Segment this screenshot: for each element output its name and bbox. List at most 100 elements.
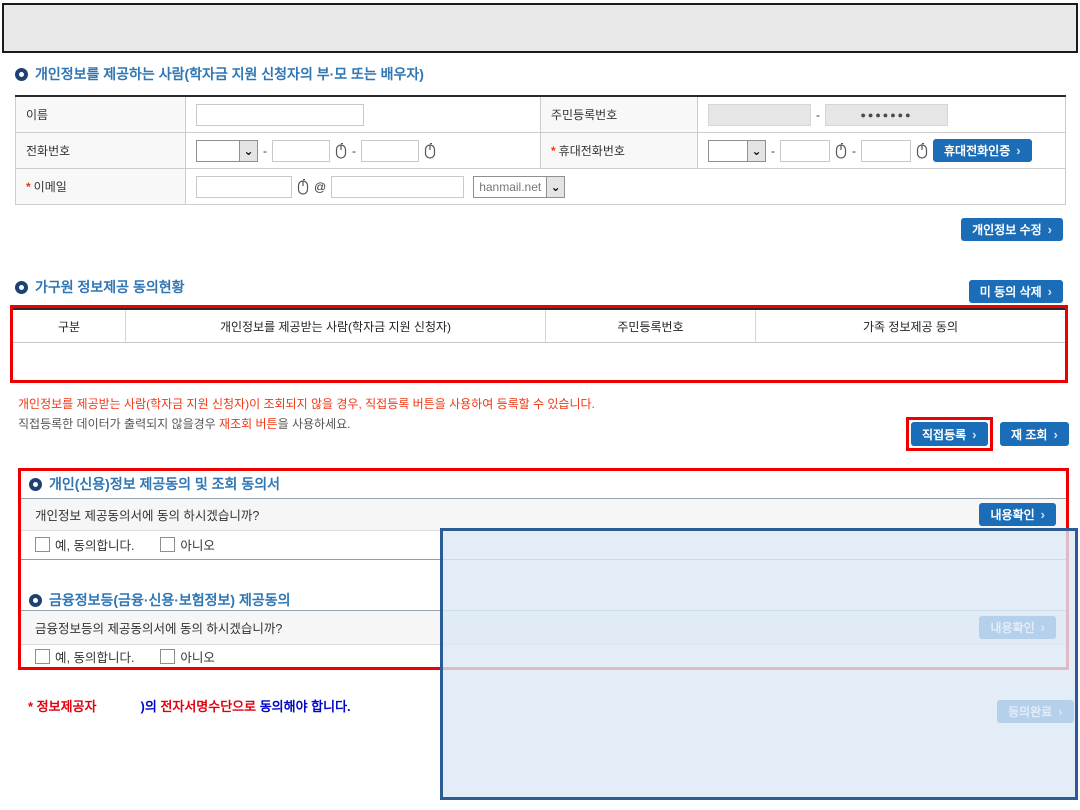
household-section-title-text: 가구원 정보제공 동의현황: [35, 277, 184, 297]
select-arrow-icon[interactable]: ⌄: [239, 141, 257, 161]
privacy-consent-title-row: 개인(신용)정보 제공동의 및 조회 동의서: [21, 471, 1066, 499]
chevron-icon: ›: [1016, 144, 1020, 157]
mobile-middle-input[interactable]: [780, 140, 830, 162]
section-bullet-icon: [29, 478, 42, 491]
page: 개인정보를 제공하는 사람(학자금 지원 신청자의 부·모 또는 배우자) 이름…: [0, 0, 1080, 810]
rrn-front-input: [708, 104, 811, 126]
privacy-consent-title: 개인(신용)정보 제공동의 및 조회 동의서: [49, 474, 280, 494]
financial-agree-label: 예, 동의합니다.: [55, 647, 134, 666]
email-domain-input[interactable]: [331, 176, 464, 198]
phone-label: 전화번호: [16, 133, 186, 169]
requery-notice: 직접등록한 데이터가 출력되지 않을경우 재조회 버튼을 사용하세요.: [18, 415, 351, 432]
email-domain-value: hanmail.net: [474, 177, 546, 197]
chevron-icon: ›: [1048, 285, 1052, 298]
mobile-last-input[interactable]: [861, 140, 911, 162]
delete-unconsented-button[interactable]: 미 동의 삭제 ›: [969, 280, 1063, 303]
mouse-input-icon[interactable]: [335, 143, 347, 159]
phone-cell: ⌄ - -: [186, 133, 541, 169]
mobile-cell: ⌄ - -: [698, 133, 1066, 169]
privacy-disagree-option[interactable]: 아니오: [160, 535, 215, 554]
privacy-view-content-button[interactable]: 내용확인 ›: [979, 503, 1056, 526]
mobile-verify-label: 휴대전화인증: [944, 142, 1010, 159]
requery-notice-suffix: 을 사용하세요.: [278, 417, 351, 431]
phone-middle-input[interactable]: [272, 140, 330, 162]
email-domain-select[interactable]: hanmail.net ⌄: [473, 176, 565, 198]
provider-section-title: 개인정보를 제공하는 사람(학자금 지원 신청자의 부·모 또는 배우자): [15, 64, 424, 84]
mobile-label-text: 휴대전화번호: [559, 144, 625, 158]
delete-unconsented-label: 미 동의 삭제: [980, 283, 1042, 300]
esign-note-blue1: )의: [140, 699, 156, 714]
esign-note-red2: 전자서명수단으로: [160, 699, 256, 714]
mouse-input-icon[interactable]: [916, 143, 928, 159]
email-label-text: 이메일: [34, 180, 67, 194]
esign-note-blue2: 동의해야 합니다.: [260, 699, 351, 714]
phone-prefix-value: [197, 141, 239, 161]
financial-disagree-label: 아니오: [180, 647, 215, 666]
privacy-consent-question-row: 개인정보 제공동의서에 동의 하시겠습니까? 내용확인 ›: [21, 499, 1066, 531]
household-table-empty-body: [13, 343, 1065, 381]
provider-form-table: 이름 주민등록번호 - 전화번호 ⌄: [15, 95, 1066, 205]
table-row: *이메일 @ hanmail.net ⌄: [16, 169, 1066, 205]
rrn-back-input: [825, 104, 948, 126]
dash-separator: -: [852, 144, 856, 158]
direct-register-highlight: 직접등록 ›: [906, 417, 993, 451]
dash-separator: -: [352, 144, 356, 158]
requery-notice-prefix: 직접등록한 데이터가 출력되지 않을경우: [18, 417, 219, 431]
direct-register-notice: 개인정보를 제공받는 사람(학자금 지원 신청자)이 조회되지 않을 경우, 직…: [18, 395, 595, 412]
phone-prefix-select[interactable]: ⌄: [196, 140, 258, 162]
section-bullet-icon: [29, 594, 42, 607]
privacy-agree-option[interactable]: 예, 동의합니다.: [35, 535, 134, 554]
table-row: 이름 주민등록번호 -: [16, 96, 1066, 133]
section-bullet-icon: [15, 281, 28, 294]
mouse-input-icon[interactable]: [835, 143, 847, 159]
mobile-label: *휴대전화번호: [541, 133, 698, 169]
phone-last-input[interactable]: [361, 140, 419, 162]
privacy-view-content-label: 내용확인: [990, 506, 1034, 523]
financial-agree-checkbox[interactable]: [35, 649, 50, 664]
edit-personal-info-button[interactable]: 개인정보 수정 ›: [961, 218, 1063, 241]
name-cell: [186, 96, 541, 133]
chevron-icon: ›: [1041, 508, 1045, 521]
col-header-type: 구분: [13, 310, 125, 342]
privacy-disagree-label: 아니오: [180, 535, 215, 554]
privacy-disagree-checkbox[interactable]: [160, 537, 175, 552]
col-header-rrn: 주민등록번호: [545, 310, 755, 342]
financial-disagree-checkbox[interactable]: [160, 649, 175, 664]
mobile-prefix-value: [709, 141, 747, 161]
at-sign: @: [314, 180, 326, 194]
email-id-input[interactable]: [196, 176, 292, 198]
chevron-icon: ›: [972, 428, 976, 441]
requery-label: 재 조회: [1011, 426, 1047, 443]
direct-register-button[interactable]: 직접등록 ›: [911, 422, 988, 446]
email-cell: @ hanmail.net ⌄: [186, 169, 1066, 205]
household-section-title: 가구원 정보제공 동의현황: [15, 277, 184, 297]
esign-requirement-note: * 정보제공자)의 전자서명수단으로 동의해야 합니다.: [28, 696, 351, 715]
chevron-icon: ›: [1053, 428, 1057, 441]
section-bullet-icon: [15, 68, 28, 81]
mouse-input-icon[interactable]: [297, 179, 309, 195]
financial-disagree-option[interactable]: 아니오: [160, 647, 215, 666]
dash-separator: -: [816, 108, 820, 122]
direct-register-label: 직접등록: [922, 426, 966, 443]
privacy-consent-question: 개인정보 제공동의서에 동의 하시겠습니까?: [35, 505, 259, 524]
col-header-recipient: 개인정보를 제공받는 사람(학자금 지원 신청자): [125, 310, 545, 342]
mouse-input-icon[interactable]: [424, 143, 436, 159]
provider-section-title-text: 개인정보를 제공하는 사람(학자금 지원 신청자의 부·모 또는 배우자): [35, 64, 424, 84]
select-arrow-icon[interactable]: ⌄: [747, 141, 765, 161]
privacy-agree-label: 예, 동의합니다.: [55, 535, 134, 554]
mobile-verify-button[interactable]: 휴대전화인증 ›: [933, 139, 1032, 162]
mobile-prefix-select[interactable]: ⌄: [708, 140, 766, 162]
name-input[interactable]: [196, 104, 364, 126]
requery-button[interactable]: 재 조회 ›: [1000, 422, 1069, 446]
financial-consent-title: 금융정보등(금융·신용·보험정보) 제공동의: [49, 590, 291, 610]
household-consent-table: 구분 개인정보를 제공받는 사람(학자금 지원 신청자) 주민등록번호 가족 정…: [10, 305, 1068, 383]
financial-agree-option[interactable]: 예, 동의합니다.: [35, 647, 134, 666]
required-mark: *: [551, 144, 556, 158]
dash-separator: -: [263, 144, 267, 158]
household-table-header: 구분 개인정보를 제공받는 사람(학자금 지원 신청자) 주민등록번호 가족 정…: [13, 308, 1065, 343]
select-arrow-icon[interactable]: ⌄: [546, 177, 564, 197]
required-mark: *: [26, 180, 31, 194]
top-banner: [2, 3, 1078, 53]
privacy-agree-checkbox[interactable]: [35, 537, 50, 552]
financial-consent-question: 금융정보등의 제공동의서에 동의 하시겠습니까?: [35, 618, 282, 637]
